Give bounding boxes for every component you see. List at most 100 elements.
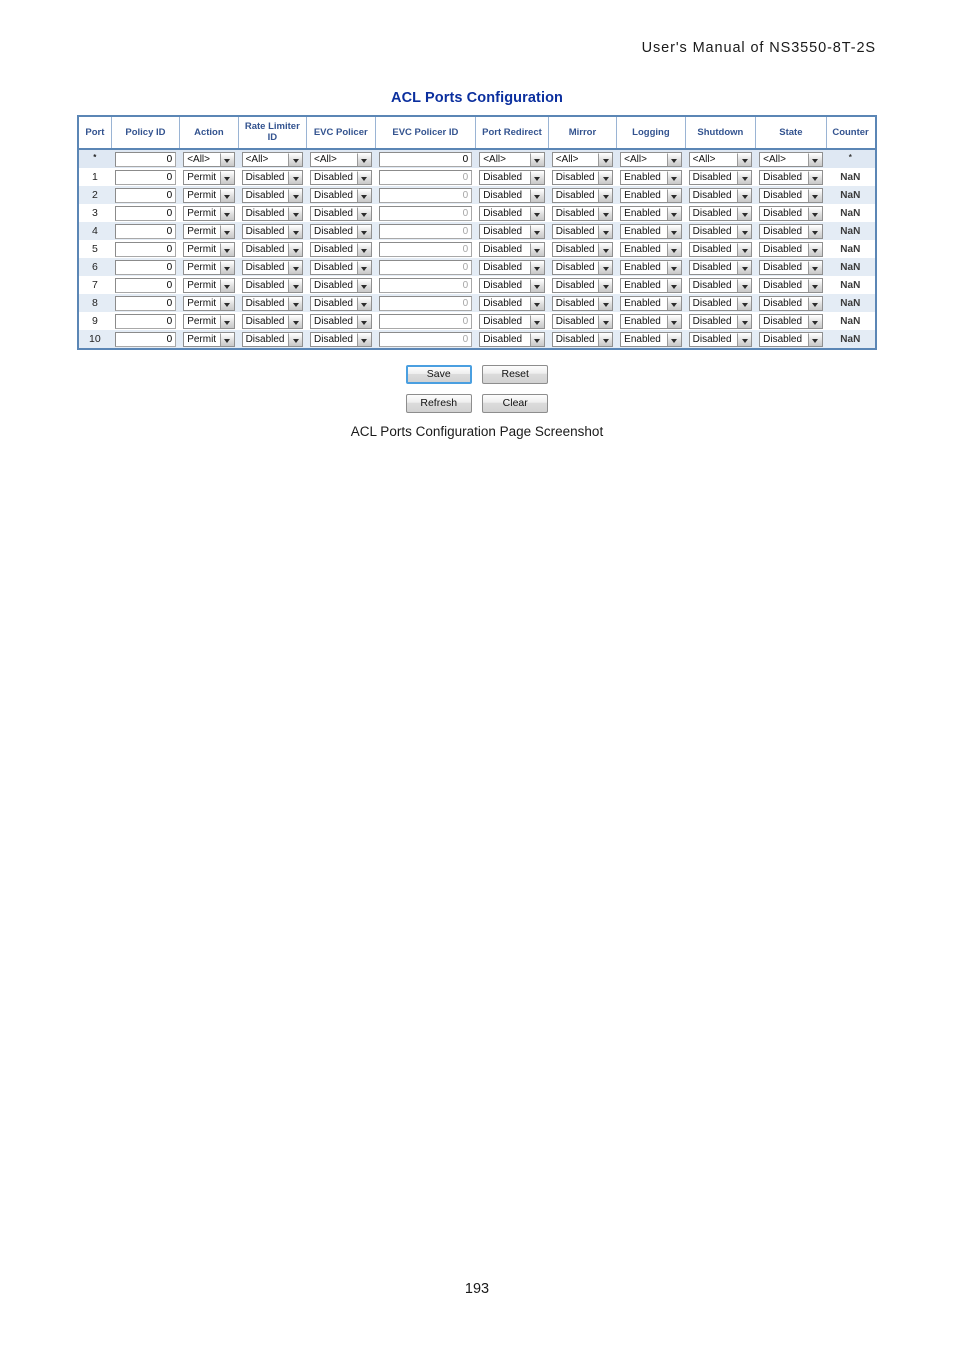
chevron-down-icon[interactable]: [598, 224, 613, 238]
chevron-down-icon[interactable]: [219, 260, 234, 274]
port-redirect-select[interactable]: Disabled: [479, 331, 545, 347]
chevron-down-icon[interactable]: [666, 242, 681, 256]
logging-select[interactable]: Enabled: [620, 313, 682, 329]
evc-policer-id-input[interactable]: 0: [378, 223, 473, 239]
chevron-down-icon[interactable]: [807, 242, 822, 256]
shutdown-select[interactable]: Disabled: [688, 187, 753, 203]
chevron-down-icon[interactable]: [288, 170, 303, 184]
evc-policer-select[interactable]: Disabled: [310, 169, 372, 185]
chevron-down-icon[interactable]: [737, 224, 752, 238]
logging-select[interactable]: Enabled: [620, 277, 682, 293]
rate-limiter-id-select[interactable]: Disabled: [241, 205, 304, 221]
state-select[interactable]: Disabled: [759, 331, 823, 347]
chevron-down-icon[interactable]: [666, 188, 681, 202]
rate-limiter-id-select[interactable]: Disabled: [241, 169, 304, 185]
evc-policer-select[interactable]: Disabled: [310, 223, 372, 239]
clear-button[interactable]: Clear: [482, 394, 549, 413]
chevron-down-icon[interactable]: [288, 224, 303, 238]
chevron-down-icon[interactable]: [737, 260, 752, 274]
logging-select[interactable]: Enabled: [620, 331, 682, 347]
port-redirect-select[interactable]: Disabled: [479, 169, 545, 185]
logging-select[interactable]: Enabled: [620, 169, 682, 185]
policy-id-input[interactable]: 0: [114, 313, 177, 329]
rate-limiter-id-select[interactable]: Disabled: [241, 259, 304, 275]
chevron-down-icon[interactable]: [598, 206, 613, 220]
chevron-down-icon[interactable]: [807, 206, 822, 220]
evc-policer-id-input[interactable]: 0: [378, 259, 473, 275]
chevron-down-icon[interactable]: [529, 260, 544, 274]
evc-policer-select[interactable]: Disabled: [310, 205, 372, 221]
rate-limiter-id-select[interactable]: Disabled: [241, 223, 304, 239]
rate-limiter-id-select[interactable]: Disabled: [241, 241, 304, 257]
chevron-down-icon[interactable]: [356, 188, 371, 202]
logging-select[interactable]: Enabled: [620, 295, 682, 311]
chevron-down-icon[interactable]: [737, 278, 752, 292]
chevron-down-icon[interactable]: [666, 152, 681, 166]
policy-id-input[interactable]: 0: [114, 331, 177, 347]
reset-button[interactable]: Reset: [482, 365, 549, 384]
rate-limiter-id-select[interactable]: Disabled: [241, 295, 304, 311]
policy-id-input[interactable]: 0: [114, 151, 177, 167]
chevron-down-icon[interactable]: [356, 314, 371, 328]
chevron-down-icon[interactable]: [737, 314, 752, 328]
chevron-down-icon[interactable]: [219, 152, 234, 166]
policy-id-input[interactable]: 0: [114, 169, 177, 185]
chevron-down-icon[interactable]: [529, 296, 544, 310]
evc-policer-select[interactable]: Disabled: [310, 259, 372, 275]
chevron-down-icon[interactable]: [356, 296, 371, 310]
chevron-down-icon[interactable]: [219, 332, 234, 346]
state-select[interactable]: Disabled: [759, 169, 823, 185]
chevron-down-icon[interactable]: [666, 314, 681, 328]
chevron-down-icon[interactable]: [598, 170, 613, 184]
chevron-down-icon[interactable]: [288, 332, 303, 346]
evc-policer-select[interactable]: Disabled: [310, 277, 372, 293]
chevron-down-icon[interactable]: [666, 278, 681, 292]
chevron-down-icon[interactable]: [288, 260, 303, 274]
state-select[interactable]: Disabled: [759, 241, 823, 257]
state-select[interactable]: Disabled: [759, 277, 823, 293]
chevron-down-icon[interactable]: [356, 242, 371, 256]
save-button[interactable]: Save: [405, 365, 472, 384]
policy-id-input[interactable]: 0: [114, 277, 177, 293]
action-select[interactable]: Permit: [183, 295, 235, 311]
evc-policer-id-input[interactable]: 0: [378, 151, 473, 167]
state-select[interactable]: Disabled: [759, 295, 823, 311]
mirror-select[interactable]: Disabled: [551, 187, 614, 203]
logging-select[interactable]: Enabled: [620, 205, 682, 221]
action-select[interactable]: Permit: [183, 277, 235, 293]
rate-limiter-id-select[interactable]: Disabled: [241, 277, 304, 293]
chevron-down-icon[interactable]: [737, 206, 752, 220]
chevron-down-icon[interactable]: [356, 260, 371, 274]
chevron-down-icon[interactable]: [529, 206, 544, 220]
chevron-down-icon[interactable]: [356, 206, 371, 220]
port-redirect-select[interactable]: Disabled: [479, 205, 545, 221]
mirror-select[interactable]: Disabled: [551, 295, 614, 311]
chevron-down-icon[interactable]: [666, 206, 681, 220]
policy-id-input[interactable]: 0: [114, 223, 177, 239]
port-redirect-select[interactable]: Disabled: [479, 295, 545, 311]
chevron-down-icon[interactable]: [529, 170, 544, 184]
rate-limiter-id-select[interactable]: Disabled: [241, 187, 304, 203]
action-select[interactable]: Permit: [183, 169, 235, 185]
chevron-down-icon[interactable]: [529, 224, 544, 238]
chevron-down-icon[interactable]: [529, 314, 544, 328]
state-select[interactable]: Disabled: [759, 205, 823, 221]
chevron-down-icon[interactable]: [598, 242, 613, 256]
policy-id-input[interactable]: 0: [114, 187, 177, 203]
chevron-down-icon[interactable]: [356, 278, 371, 292]
port-redirect-select[interactable]: Disabled: [479, 259, 545, 275]
shutdown-select[interactable]: Disabled: [688, 169, 753, 185]
mirror-select[interactable]: Disabled: [551, 169, 614, 185]
chevron-down-icon[interactable]: [288, 188, 303, 202]
mirror-select[interactable]: Disabled: [551, 259, 614, 275]
action-select[interactable]: <All>: [183, 151, 235, 167]
chevron-down-icon[interactable]: [598, 260, 613, 274]
mirror-select[interactable]: Disabled: [551, 223, 614, 239]
chevron-down-icon[interactable]: [219, 188, 234, 202]
shutdown-select[interactable]: <All>: [688, 151, 753, 167]
action-select[interactable]: Permit: [183, 205, 235, 221]
action-select[interactable]: Permit: [183, 331, 235, 347]
state-select[interactable]: Disabled: [759, 313, 823, 329]
policy-id-input[interactable]: 0: [114, 259, 177, 275]
state-select[interactable]: Disabled: [759, 223, 823, 239]
